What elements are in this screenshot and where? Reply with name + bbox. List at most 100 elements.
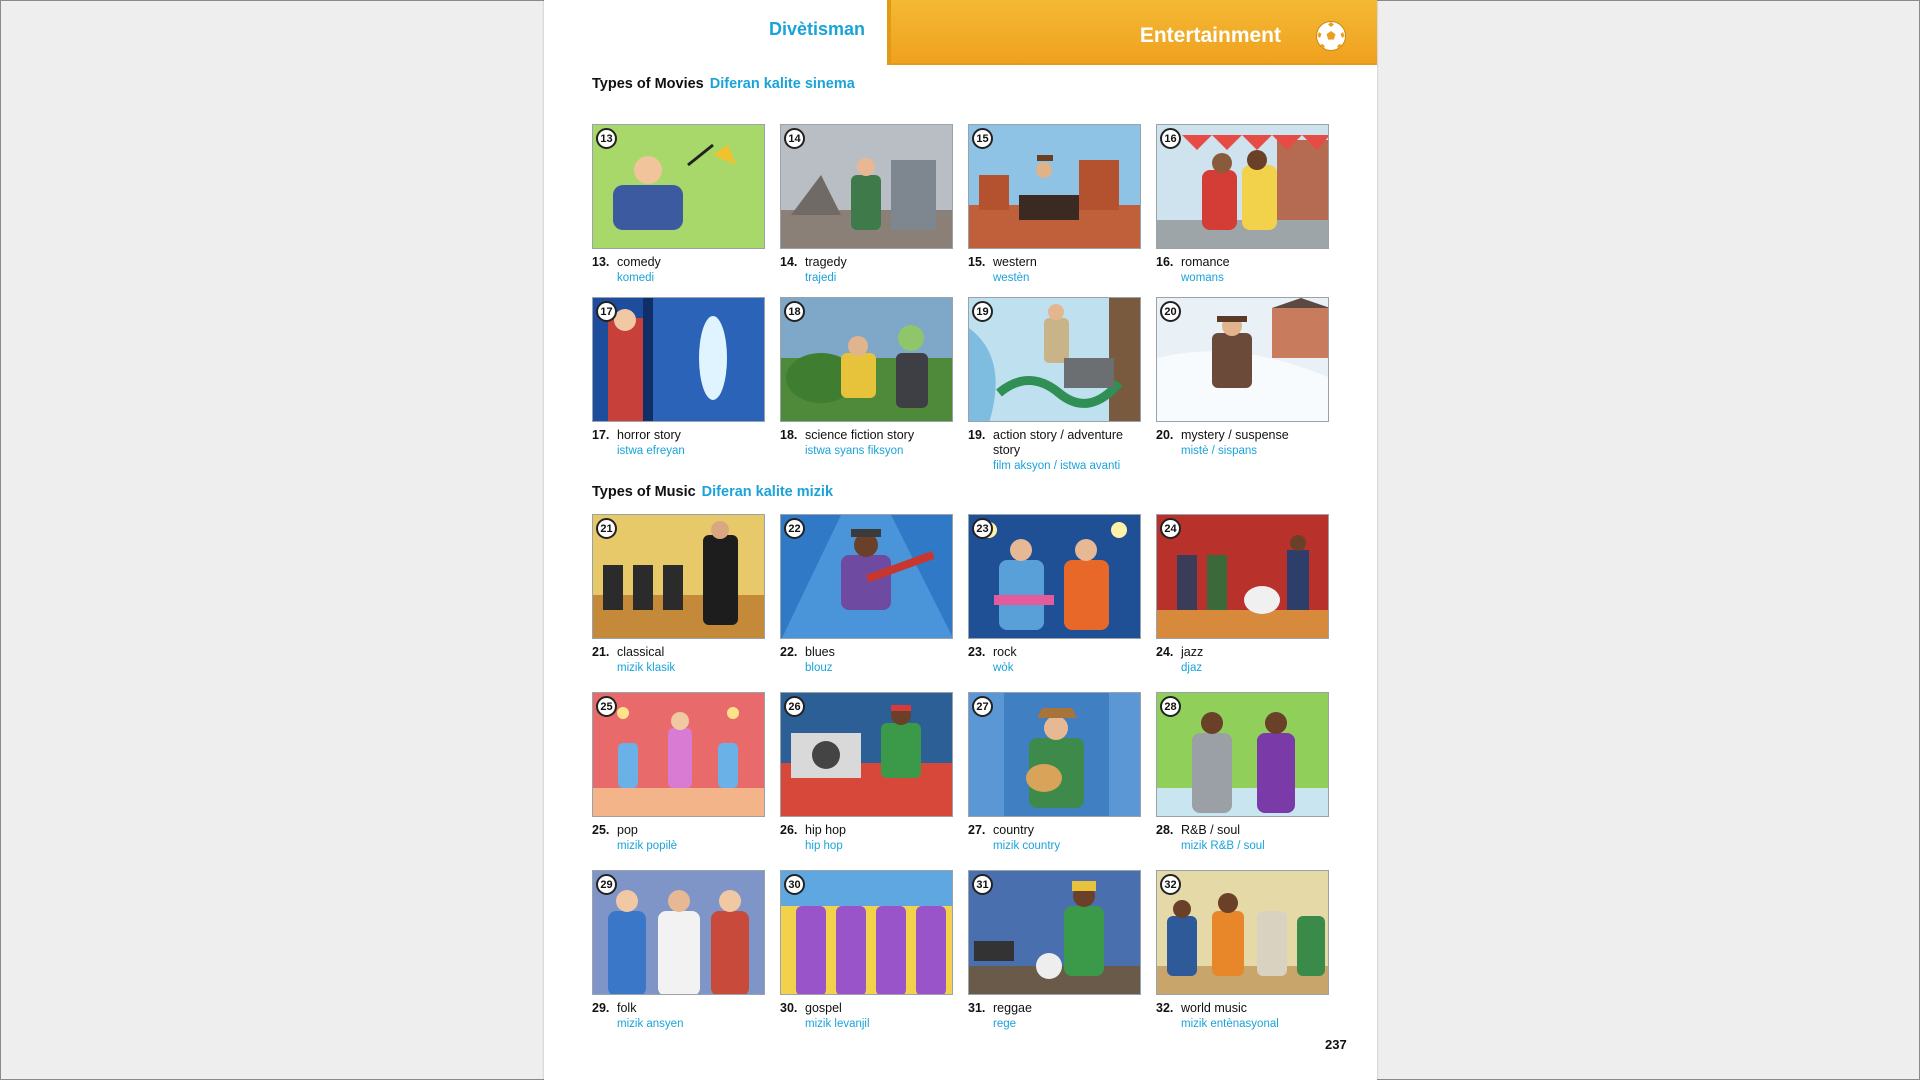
english-label: rock — [993, 645, 1017, 659]
item-number-badge: 21 — [596, 518, 617, 539]
english-label: tragedy — [805, 255, 847, 269]
item-number: 18. — [780, 428, 798, 442]
english-label: science fiction story — [805, 428, 915, 442]
creole-label: djaz — [1181, 662, 1203, 674]
english-label: R&B / soul — [1181, 823, 1241, 837]
vocab-item-rnb-soul: 28 28. R&B / soul mizik R&B / soul — [1156, 692, 1332, 854]
movies-title: Types of Movies — [592, 76, 704, 92]
vocab-item-horror-story: 17 17. horror story istwa efreyan — [592, 297, 768, 459]
illustration-gospel: 30 — [780, 870, 953, 995]
item-number-badge: 27 — [972, 696, 993, 717]
caption: 20. mystery / suspense mistè / sispans — [1156, 428, 1332, 459]
english-label: hip hop — [805, 823, 847, 837]
item-number: 15. — [968, 255, 986, 269]
caption: 16. romance womans — [1156, 255, 1332, 286]
creole-label: mizik popilè — [617, 840, 678, 852]
creole-label: westèn — [993, 272, 1030, 284]
english-label: comedy — [617, 255, 661, 269]
english-label: mystery / suspense — [1181, 428, 1289, 442]
section-title-music: Types of Music Diferan kalite mizik — [592, 484, 833, 500]
creole-label: rege — [993, 1018, 1017, 1030]
illustration-rock: 23 — [968, 514, 1141, 639]
caption: 27. country mizik country — [968, 823, 1144, 854]
english-label: classical — [617, 645, 665, 659]
header-banner: Entertainment — [887, 0, 1377, 65]
item-number-badge: 17 — [596, 301, 617, 322]
caption: 19. action story / adventure story film … — [968, 428, 1144, 474]
item-number-badge: 24 — [1160, 518, 1181, 539]
illustration-tragedy: 14 — [780, 124, 953, 249]
illustration-mystery: 20 — [1156, 297, 1329, 422]
creole-label: mizik klasik — [617, 662, 676, 674]
header-creole-title: Divètisman — [768, 19, 865, 39]
caption: 28. R&B / soul mizik R&B / soul — [1156, 823, 1332, 854]
vocab-item-classical: 21 21. classical mizik klasik — [592, 514, 768, 676]
music-title: Types of Music — [592, 484, 696, 500]
item-number: 30. — [780, 1001, 798, 1015]
vocab-item-country: 27 27. country mizik country — [968, 692, 1144, 854]
item-number: 20. — [1156, 428, 1174, 442]
vocab-item-reggae: 31 31. reggae rege — [968, 870, 1144, 1032]
vocab-item-blues: 22 22. blues blouz — [780, 514, 956, 676]
caption: 30. gospel mizik levanjil — [780, 1001, 956, 1032]
vocab-item-science-fiction-story: 18 18. science fiction story istwa syans… — [780, 297, 956, 459]
english-label: horror story — [617, 428, 681, 442]
creole-label: hip hop — [805, 840, 843, 852]
movies-subtitle: Diferan kalite sinema — [709, 76, 855, 92]
book-page: Divètisman Entertainment Types of Movies… — [544, 0, 1377, 1080]
item-number-badge: 26 — [784, 696, 805, 717]
english-label: folk — [617, 1001, 637, 1015]
english-label: reggae — [993, 1001, 1032, 1015]
illustration-blues: 22 — [780, 514, 953, 639]
creole-label: mizik levanjil — [805, 1018, 870, 1030]
music-subtitle: Diferan kalite mizik — [701, 484, 834, 500]
creole-label: blouz — [805, 662, 833, 674]
item-number: 19. — [968, 428, 986, 442]
header-english-title: Entertainment — [1139, 23, 1281, 47]
vocab-item-rock: 23 23. rock wòk — [968, 514, 1144, 676]
item-number: 14. — [780, 255, 798, 269]
english-label: action story / adventure story — [993, 428, 1123, 457]
vocab-item-world-music: 32 32. world music mizik entènasyonal — [1156, 870, 1332, 1032]
caption: 24. jazz djaz — [1156, 645, 1332, 676]
item-number-badge: 31 — [972, 874, 993, 895]
item-number-badge: 14 — [784, 128, 805, 149]
english-label: gospel — [805, 1001, 842, 1015]
creole-label: komedi — [617, 272, 655, 284]
vocab-item-folk: 29 29. folk mizik ansyen — [592, 870, 768, 1032]
page-number: 237 — [1325, 1037, 1347, 1052]
english-label: romance — [1181, 255, 1230, 269]
item-number-badge: 20 — [1160, 301, 1181, 322]
item-number: 25. — [592, 823, 610, 837]
creole-label: mistè / sispans — [1181, 445, 1258, 457]
caption: 18. science fiction story istwa syans fi… — [780, 428, 956, 459]
vocab-item-hip-hop: 26 26. hip hop hip hop — [780, 692, 956, 854]
item-number-badge: 32 — [1160, 874, 1181, 895]
item-number: 31. — [968, 1001, 986, 1015]
item-number-badge: 22 — [784, 518, 805, 539]
item-number: 32. — [1156, 1001, 1174, 1015]
illustration-science-fiction-story: 18 — [780, 297, 953, 422]
illustration-reggae: 31 — [968, 870, 1141, 995]
english-label: pop — [617, 823, 638, 837]
vocab-item-tragedy: 14 14. tragedy trajedi — [780, 124, 956, 286]
soccer-ball-icon — [1316, 20, 1346, 51]
vocab-item-action-story: 19 19. action story / adventure story fi… — [968, 297, 1144, 474]
creole-label: womans — [1181, 272, 1224, 284]
caption: 14. tragedy trajedi — [780, 255, 956, 286]
item-number-badge: 18 — [784, 301, 805, 322]
creole-label: mizik entènasyonal — [1181, 1018, 1279, 1030]
illustration-folk: 29 — [592, 870, 765, 995]
illustration-jazz: 24 — [1156, 514, 1329, 639]
illustration-country: 27 — [968, 692, 1141, 817]
item-number: 29. — [592, 1001, 610, 1015]
vocab-item-mystery: 20 20. mystery / suspense mistè / sispan… — [1156, 297, 1332, 459]
illustration-classical: 21 — [592, 514, 765, 639]
item-number: 27. — [968, 823, 986, 837]
item-number-badge: 25 — [596, 696, 617, 717]
caption: 31. reggae rege — [968, 1001, 1144, 1032]
item-number: 21. — [592, 645, 610, 659]
item-number: 17. — [592, 428, 610, 442]
item-number: 13. — [592, 255, 610, 269]
creole-label: istwa syans fiksyon — [805, 445, 904, 457]
